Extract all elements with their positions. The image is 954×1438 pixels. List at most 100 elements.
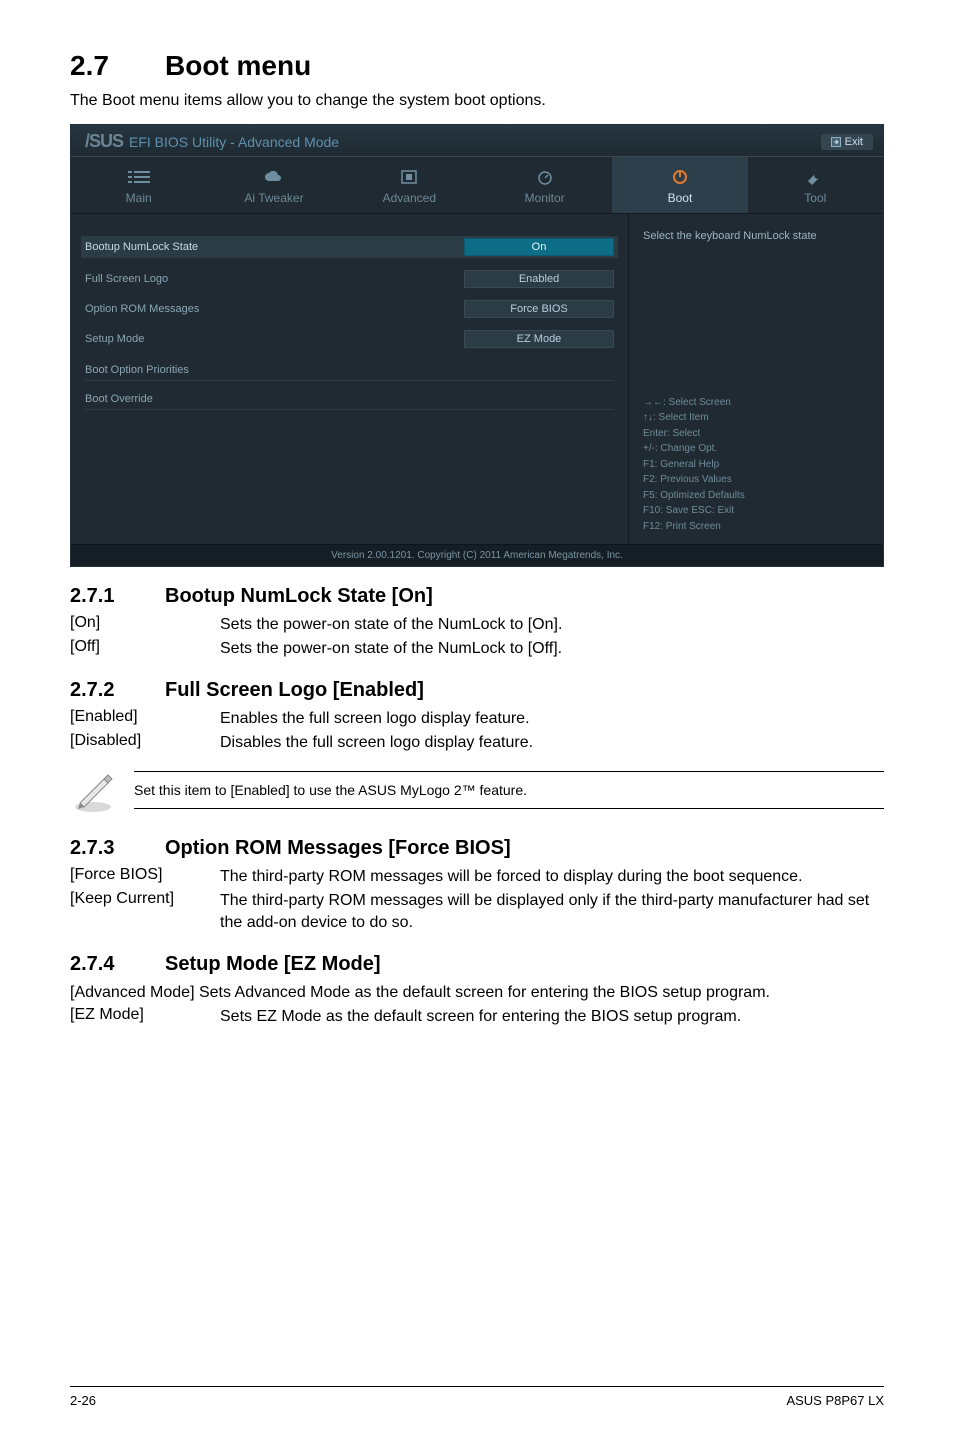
option-desc: Sets the power-on state of the NumLock t…: [220, 638, 884, 660]
product-name: ASUS P8P67 LX: [786, 1393, 884, 1408]
option-label: Bootup NumLock State: [85, 241, 464, 253]
option-key: [Off]: [70, 638, 220, 660]
option-key: [Disabled]: [70, 732, 220, 754]
tab-label: Tool: [804, 191, 826, 205]
bios-header-title: EFI BIOS Utility - Advanced Mode: [129, 134, 339, 150]
bios-tabs: Main Ai Tweaker Advanced Monitor Boot To…: [71, 157, 883, 214]
subsection-271: 2.7.1Bootup NumLock State [On] [On] Sets…: [70, 585, 884, 661]
option-desc: Disables the full screen logo display fe…: [220, 732, 884, 754]
option-value[interactable]: On: [464, 238, 614, 256]
subsection-title: 2.7.3Option ROM Messages [Force BIOS]: [70, 837, 884, 860]
key-line: F10: Save ESC: Exit: [643, 503, 869, 519]
option-desc: Sets EZ Mode as the default screen for e…: [220, 1006, 884, 1028]
tab-label: Ai Tweaker: [244, 191, 303, 205]
bios-help-pane: Select the keyboard NumLock state →←: Se…: [628, 214, 883, 544]
subsection-number: 2.7.4: [70, 953, 165, 976]
option-numlock[interactable]: Bootup NumLock State On: [81, 236, 618, 258]
tool-icon: [804, 169, 826, 185]
option-row: [Disabled] Disables the full screen logo…: [70, 732, 884, 754]
bios-logo: /SUS EFI BIOS Utility - Advanced Mode: [85, 131, 339, 152]
option-row: [Off] Sets the power-on state of the Num…: [70, 638, 884, 660]
option-key: [Force BIOS]: [70, 866, 220, 888]
option-desc: The third-party ROM messages will be dis…: [220, 890, 884, 933]
option-key: [On]: [70, 614, 220, 636]
tab-monitor[interactable]: Monitor: [477, 157, 612, 213]
subsection-title-text: Full Screen Logo [Enabled]: [165, 679, 424, 701]
cloud-icon: [263, 169, 285, 185]
key-line: →←: Select Screen: [643, 395, 869, 411]
bios-body: Bootup NumLock State On Full Screen Logo…: [71, 214, 883, 544]
option-desc: Sets the power-on state of the NumLock t…: [220, 614, 884, 636]
tab-boot[interactable]: Boot: [612, 157, 747, 213]
monitor-icon: [534, 169, 556, 185]
option-option-rom[interactable]: Option ROM Messages Force BIOS: [85, 300, 614, 318]
option-fullscreen-logo[interactable]: Full Screen Logo Enabled: [85, 270, 614, 288]
option-row: [Keep Current] The third-party ROM messa…: [70, 890, 884, 933]
option-row: [EZ Mode] Sets EZ Mode as the default sc…: [70, 1006, 884, 1028]
option-row-advanced: [Advanced Mode] Sets Advanced Mode as th…: [70, 982, 884, 1004]
note-icon: [70, 767, 116, 813]
key-line: Enter: Select: [643, 426, 869, 442]
option-value[interactable]: Force BIOS: [464, 300, 614, 318]
section-boot-priorities[interactable]: Boot Option Priorities: [85, 360, 614, 381]
tab-label: Monitor: [525, 191, 565, 205]
key-line: F12: Print Screen: [643, 519, 869, 535]
key-line: +/-: Change Opt.: [643, 441, 869, 457]
option-row: [Force BIOS] The third-party ROM message…: [70, 866, 884, 888]
tab-ai-tweaker[interactable]: Ai Tweaker: [206, 157, 341, 213]
option-desc: Enables the full screen logo display fea…: [220, 708, 884, 730]
section-heading: 2.7Boot menu: [70, 50, 884, 82]
subsection-number: 2.7.1: [70, 585, 165, 608]
section-boot-override[interactable]: Boot Override: [85, 389, 614, 410]
page-footer: 2-26 ASUS P8P67 LX: [70, 1386, 884, 1408]
subsection-274: 2.7.4Setup Mode [EZ Mode] [Advanced Mode…: [70, 953, 884, 1029]
note-text: Set this item to [Enabled] to use the AS…: [134, 771, 884, 809]
subsection-title-text: Setup Mode [EZ Mode]: [165, 953, 381, 975]
key-line: F2: Previous Values: [643, 472, 869, 488]
intro-text: The Boot menu items allow you to change …: [70, 92, 884, 110]
option-key: [Keep Current]: [70, 890, 220, 933]
option-label: Setup Mode: [85, 333, 464, 345]
exit-label: Exit: [845, 136, 863, 148]
subsection-title-text: Bootup NumLock State [On]: [165, 585, 433, 607]
exit-icon: [831, 137, 841, 147]
subsection-title: 2.7.4Setup Mode [EZ Mode]: [70, 953, 884, 976]
bios-screenshot: /SUS EFI BIOS Utility - Advanced Mode Ex…: [70, 124, 884, 567]
option-row: [Enabled] Enables the full screen logo d…: [70, 708, 884, 730]
subsection-number: 2.7.2: [70, 679, 165, 702]
subsection-number: 2.7.3: [70, 837, 165, 860]
tab-tool[interactable]: Tool: [748, 157, 883, 213]
key-help: →←: Select Screen ↑↓: Select Item Enter:…: [643, 395, 869, 535]
tab-label: Boot: [668, 191, 693, 205]
brand-logo: /SUS: [85, 131, 123, 152]
subsection-273: 2.7.3Option ROM Messages [Force BIOS] [F…: [70, 837, 884, 935]
help-text: Select the keyboard NumLock state: [643, 230, 869, 242]
chip-icon: [398, 169, 420, 185]
option-setup-mode[interactable]: Setup Mode EZ Mode: [85, 330, 614, 348]
option-desc: The third-party ROM messages will be for…: [220, 866, 884, 888]
power-icon: [669, 169, 691, 185]
bios-options-pane: Bootup NumLock State On Full Screen Logo…: [71, 214, 628, 544]
tab-main[interactable]: Main: [71, 157, 206, 213]
option-key: [Enabled]: [70, 708, 220, 730]
subsection-272: 2.7.2Full Screen Logo [Enabled] [Enabled…: [70, 679, 884, 819]
bios-header: /SUS EFI BIOS Utility - Advanced Mode Ex…: [71, 125, 883, 157]
tab-advanced[interactable]: Advanced: [342, 157, 477, 213]
subsection-title-text: Option ROM Messages [Force BIOS]: [165, 837, 511, 859]
option-row: [On] Sets the power-on state of the NumL…: [70, 614, 884, 636]
option-value[interactable]: EZ Mode: [464, 330, 614, 348]
key-line: F5: Optimized Defaults: [643, 488, 869, 504]
option-key: [EZ Mode]: [70, 1006, 220, 1028]
bios-footer: Version 2.00.1201. Copyright (C) 2011 Am…: [71, 544, 883, 566]
subsection-title: 2.7.2Full Screen Logo [Enabled]: [70, 679, 884, 702]
page-number: 2-26: [70, 1393, 96, 1408]
exit-button[interactable]: Exit: [821, 134, 873, 150]
tab-label: Main: [126, 191, 152, 205]
list-icon: [128, 169, 150, 185]
section-title-text: Boot menu: [165, 50, 311, 81]
note-block: Set this item to [Enabled] to use the AS…: [70, 767, 884, 813]
section-number: 2.7: [70, 50, 165, 82]
option-value[interactable]: Enabled: [464, 270, 614, 288]
tab-label: Advanced: [383, 191, 436, 205]
subsection-title: 2.7.1Bootup NumLock State [On]: [70, 585, 884, 608]
